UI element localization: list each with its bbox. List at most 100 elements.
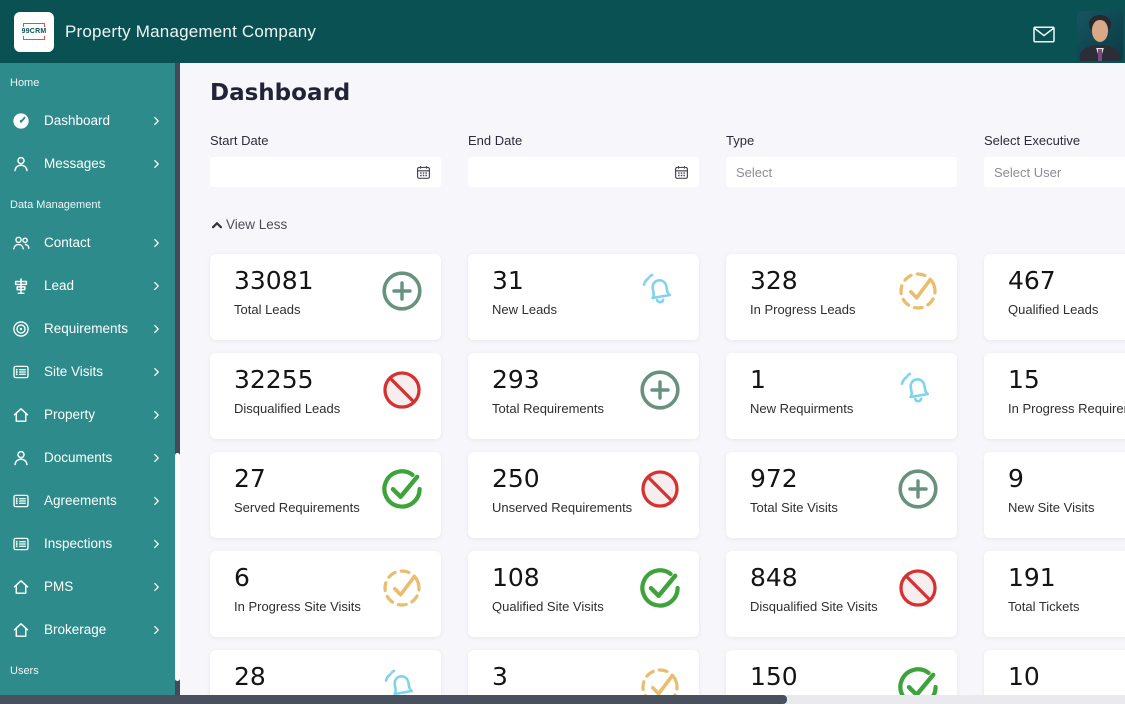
view-less-toggle[interactable]: View Less (210, 217, 287, 232)
sidebar-item-label: Lead (44, 278, 75, 293)
sidebar-item-label: PMS (44, 579, 74, 594)
sidebar-item-pms[interactable]: PMS (0, 565, 175, 608)
ban-icon (895, 565, 941, 611)
chevron-right-icon (151, 323, 162, 334)
sidebar: Home Dashboard Messages Data Management Cont… (0, 63, 175, 704)
stat-card-disqualified-site-visits: 848 Disqualified Site Visits (726, 551, 957, 637)
sidebar-item-dashboard[interactable]: Dashboard (0, 99, 175, 142)
avatar-tie (1098, 48, 1102, 61)
calendar-icon (674, 165, 689, 180)
calendar-icon (416, 165, 431, 180)
filter-select-executive: Select Executive Select User (984, 133, 1125, 187)
stat-card-total-requirements: 293 Total Requirements (468, 353, 699, 439)
stat-label: Qualified Leads (1008, 301, 1099, 317)
stat-value: 15 (1008, 365, 1040, 394)
sidebar-item-brokerage[interactable]: Brokerage (0, 608, 175, 651)
target-icon (12, 320, 32, 338)
person-icon (12, 155, 32, 173)
stat-label: New Site Visits (1008, 499, 1095, 515)
filter-start-date: Start Date (210, 133, 441, 187)
filter-end-date: End Date (468, 133, 699, 187)
filter-type-select[interactable]: Select (726, 157, 957, 187)
ban-icon (379, 367, 425, 413)
horizontal-scrollbar-track[interactable] (0, 695, 1125, 704)
plus-circle-icon (895, 466, 941, 512)
sidebar-item-label: Agreements (44, 493, 117, 508)
sidebar-item-requirements[interactable]: Requirements (0, 307, 175, 350)
bell-icon (637, 268, 683, 314)
logo-bracket-top (23, 23, 45, 27)
chevron-right-icon (151, 581, 162, 592)
chevron-right-icon (151, 115, 162, 126)
stat-card-disqualified-leads: 32255 Disqualified Leads (210, 353, 441, 439)
app-title: Property Management Company (65, 21, 317, 41)
sidebar-item-documents[interactable]: Documents (0, 436, 175, 479)
sidebar-section-label-data-management: Data Management (10, 199, 101, 211)
sidebar-item-contact[interactable]: Contact (0, 221, 175, 264)
filter-value: Select (736, 164, 773, 180)
app-header: 99CRM Property Management Company (0, 0, 1125, 63)
sidebar-item-label: Property (44, 407, 96, 422)
stat-card-served-requirements: 27 Served Requirements (210, 452, 441, 538)
page-title: Dashboard (210, 80, 351, 106)
people-icon (12, 234, 32, 252)
mail-icon[interactable] (1033, 26, 1055, 43)
stat-card-total-leads: 33081 Total Leads (210, 254, 441, 340)
company-logo: 99CRM (14, 11, 54, 52)
sidebar-section-label-users: Users (10, 665, 39, 677)
chevron-right-icon (151, 495, 162, 506)
filter-type: Type Select (726, 133, 957, 187)
chevron-right-icon (151, 237, 162, 248)
stat-card-total-tickets: 191 Total Tickets (984, 551, 1125, 637)
stat-label: In Progress Requirements (1008, 400, 1125, 416)
filter-select-executive-select[interactable]: Select User (984, 157, 1125, 187)
stat-card-total-site-visits: 972 Total Site Visits (726, 452, 957, 538)
main-content: Dashboard Start Date End Date Type Select Se… (180, 63, 1125, 704)
check-circle-icon (379, 466, 425, 512)
sidebar-item-label: Contact (44, 235, 91, 250)
stat-value: 467 (1008, 266, 1056, 295)
stat-card-qualified-leads: 467 Qualified Leads (984, 254, 1125, 340)
stat-card-new-requirments: 1 New Requirments (726, 353, 957, 439)
sidebar-scrollbar-track[interactable] (175, 63, 180, 704)
sidebar-item-inspections[interactable]: Inspections (0, 522, 175, 565)
stat-card-unserved-requirements: 250 Unserved Requirements (468, 452, 699, 538)
sidebar-item-label: Requirements (44, 321, 129, 336)
stat-card-qualified-site-visits: 108 Qualified Site Visits (468, 551, 699, 637)
header-actions (1033, 3, 1125, 61)
user-avatar[interactable] (1077, 10, 1123, 61)
sidebar-item-label: Inspections (44, 536, 113, 551)
horizontal-scrollbar-thumb[interactable] (0, 695, 787, 704)
plus-circle-icon (637, 367, 683, 413)
chevron-right-icon (151, 452, 162, 463)
avatar-face (1092, 19, 1108, 42)
sidebar-item-label: Brokerage (44, 622, 107, 637)
signpost-icon (12, 277, 32, 295)
plus-circle-icon (379, 268, 425, 314)
chevron-right-icon (151, 624, 162, 635)
card-list-icon (12, 492, 32, 510)
filter-start-date-input[interactable] (210, 157, 441, 187)
stat-card-new-site-visits: 9 New Site Visits (984, 452, 1125, 538)
sidebar-item-site-visits[interactable]: Site Visits (0, 350, 175, 393)
sidebar-item-label: Messages (44, 156, 106, 171)
person-icon (12, 449, 32, 467)
card-list-icon (12, 535, 32, 553)
sidebar-item-lead[interactable]: Lead (0, 264, 175, 307)
filter-end-date-input[interactable] (468, 157, 699, 187)
ban-icon (637, 466, 683, 512)
stat-value: 191 (1008, 563, 1056, 592)
filter-label: Select Executive (984, 133, 1081, 148)
sidebar-item-label: Dashboard (44, 113, 111, 128)
sidebar-scrollbar-thumb[interactable] (175, 453, 180, 681)
sidebar-item-agreements[interactable]: Agreements (0, 479, 175, 522)
house-icon (12, 621, 32, 639)
sidebar-item-property[interactable]: Property (0, 393, 175, 436)
bell-icon (895, 367, 941, 413)
filter-value: Select User (994, 164, 1062, 180)
logo-text: 99CRM (21, 28, 47, 35)
stat-card-in-progress-site-visits: 6 In Progress Site Visits (210, 551, 441, 637)
chevron-up-icon (210, 218, 224, 232)
sidebar-section-label-home: Home (10, 77, 40, 89)
sidebar-item-messages[interactable]: Messages (0, 142, 175, 185)
